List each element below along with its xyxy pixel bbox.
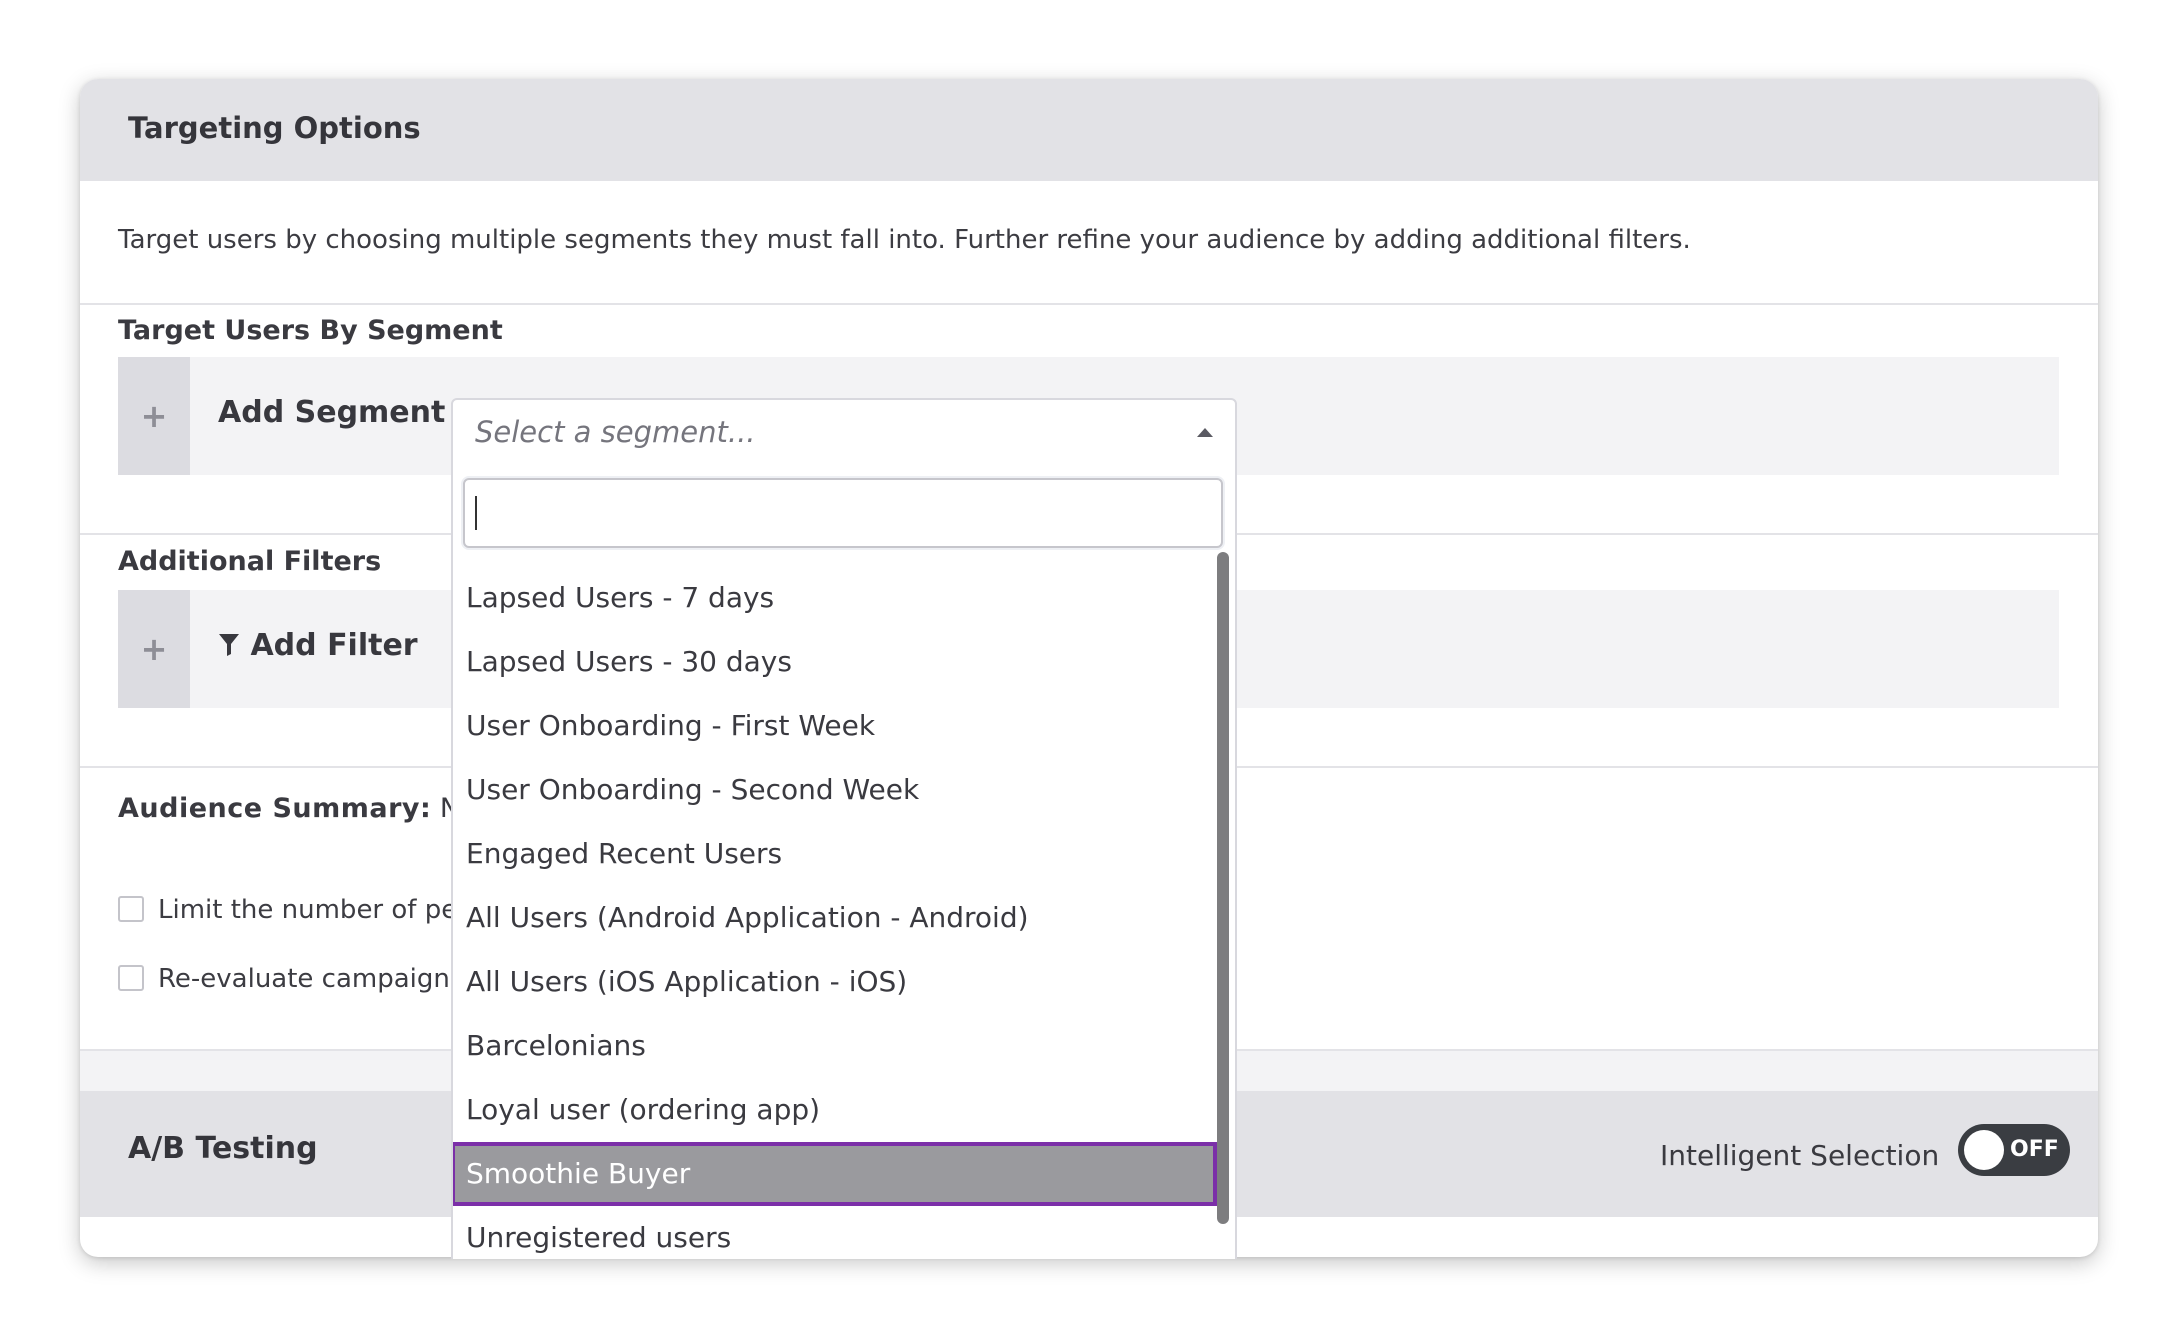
limit-people-row[interactable]: Limit the number of peo — [118, 895, 473, 925]
caret-up-icon — [1197, 428, 1213, 437]
funnel-icon — [219, 634, 239, 656]
segment-option[interactable]: Loyal user (ordering app) — [453, 1078, 1213, 1142]
segment-section-title: Target Users By Segment — [118, 315, 503, 346]
audience-summary: Audience Summary: No — [118, 793, 477, 824]
segment-option[interactable]: User Onboarding - Second Week — [453, 758, 1213, 822]
segment-option[interactable]: Lapsed Users - 30 days — [453, 630, 1213, 694]
segment-options-list: Lapsed Users - 7 days Lapsed Users - 30 … — [453, 566, 1217, 1259]
toggle-knob — [1964, 1130, 2004, 1170]
segment-select-placeholder: Select a segment... — [475, 415, 756, 449]
ab-testing-title: A/B Testing — [128, 1131, 318, 1166]
segment-option[interactable]: Engaged Recent Users — [453, 822, 1213, 886]
segment-option[interactable]: All Users (iOS Application - iOS) — [453, 950, 1213, 1014]
filters-section-title: Additional Filters — [118, 546, 382, 577]
reevaluate-row[interactable]: Re-evaluate campaign e — [118, 964, 474, 994]
segment-option[interactable]: User Onboarding - First Week — [453, 694, 1213, 758]
limit-people-label: Limit the number of peo — [158, 895, 474, 925]
segment-search-input[interactable] — [463, 478, 1223, 548]
add-filter-label: Add Filter — [250, 628, 418, 663]
audience-summary-label: Audience Summary: — [118, 793, 432, 824]
limit-people-checkbox[interactable] — [118, 896, 144, 922]
intelligent-selection-toggle[interactable]: OFF — [1958, 1124, 2070, 1176]
segment-option[interactable]: All Users (Android Application - Android… — [453, 886, 1213, 950]
segment-option[interactable]: Unregistered users — [453, 1206, 1213, 1259]
segment-option-highlighted[interactable]: Smoothie Buyer — [453, 1142, 1217, 1206]
plus-icon[interactable]: + — [118, 590, 190, 708]
segment-option[interactable]: Barcelonians — [453, 1014, 1213, 1078]
intelligent-selection-label: Intelligent Selection — [1660, 1139, 1940, 1172]
segment-dropdown: Lapsed Users - 7 days Lapsed Users - 30 … — [451, 466, 1237, 1259]
card-header: Targeting Options — [80, 79, 2098, 181]
targeting-description: Target users by choosing multiple segmen… — [118, 225, 1691, 255]
card-title: Targeting Options — [128, 111, 421, 145]
segment-select[interactable]: Select a segment... — [451, 398, 1237, 468]
reevaluate-checkbox[interactable] — [118, 965, 144, 991]
add-filter-button[interactable]: Add Filter — [218, 628, 418, 663]
dropdown-scrollbar[interactable] — [1217, 552, 1229, 1224]
plus-icon[interactable]: + — [118, 357, 190, 475]
reevaluate-label: Re-evaluate campaign e — [158, 964, 475, 994]
divider — [80, 303, 2098, 305]
add-segment-label: Add Segment — [218, 395, 446, 430]
toggle-state: OFF — [2010, 1137, 2059, 1162]
text-cursor — [475, 496, 477, 530]
segment-option[interactable]: Lapsed Users - 7 days — [453, 566, 1213, 630]
